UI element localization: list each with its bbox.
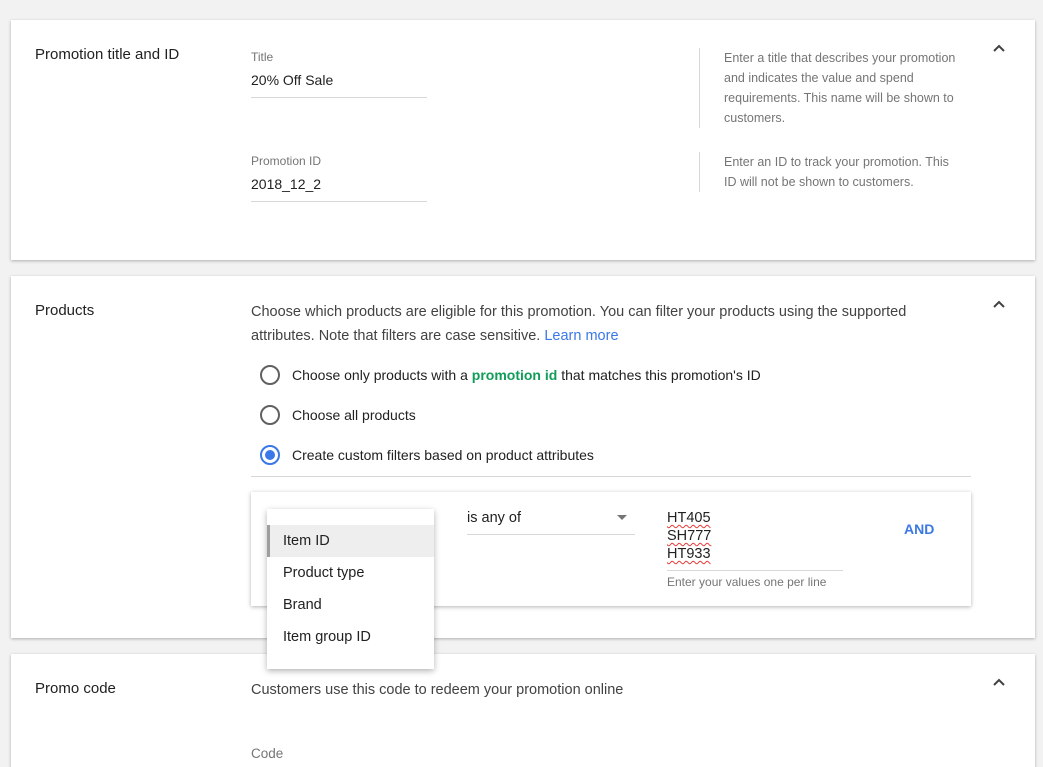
condition-select[interactable]: is any of	[467, 510, 635, 526]
radio-label: Choose only products with a promotion id…	[292, 367, 761, 383]
collapse-section-button[interactable]	[989, 38, 1009, 58]
section-title-promotion-title-id: Promotion title and ID	[35, 46, 180, 63]
radio-option-custom-filters[interactable]: Create custom filters based on product a…	[260, 443, 594, 467]
values-textarea-underline	[667, 570, 843, 571]
values-hint: Enter your values one per line	[667, 575, 827, 589]
title-field-label: Title	[251, 50, 274, 64]
value-line: SH777	[667, 528, 712, 544]
promotion-id-field-label: Promotion ID	[251, 154, 322, 168]
code-field-label: Code	[251, 746, 284, 761]
promo-code-description: Customers use this code to redeem your p…	[251, 682, 624, 698]
divider	[251, 476, 971, 477]
chevron-up-icon	[993, 678, 1005, 686]
values-textarea[interactable]: HT405 SH777 HT933	[667, 509, 843, 563]
title-input[interactable]: 20% Off Sale	[251, 72, 427, 88]
radio-label: Choose all products	[292, 407, 416, 423]
radio-option-all-products[interactable]: Choose all products	[260, 403, 416, 427]
learn-more-link[interactable]: Learn more	[544, 328, 618, 344]
divider	[699, 152, 700, 192]
menu-item-brand[interactable]: Brand	[267, 589, 434, 621]
radio-button-selected[interactable]	[260, 445, 280, 465]
products-card: Products Choose which products are eligi…	[11, 276, 1035, 638]
divider	[699, 48, 700, 128]
radio-button[interactable]	[260, 365, 280, 385]
promotion-id-input[interactable]: 2018_12_2	[251, 176, 427, 192]
title-help-text: Enter a title that describes your promot…	[724, 51, 956, 125]
promo-code-card: Promo code Customers use this code to re…	[11, 654, 1035, 767]
attribute-dropdown-menu: Item ID Product type Brand Item group ID	[267, 509, 434, 669]
chevron-up-icon	[993, 300, 1005, 308]
radio-label: Create custom filters based on product a…	[292, 447, 594, 463]
section-title-promo-code: Promo code	[35, 680, 116, 697]
menu-item-item-id[interactable]: Item ID	[267, 525, 434, 557]
title-input-underline	[251, 97, 427, 98]
promotion-id-help-text: Enter an ID to track your promotion. Thi…	[724, 155, 949, 189]
value-line: HT933	[667, 546, 711, 562]
collapse-section-button[interactable]	[989, 294, 1009, 314]
menu-item-product-type[interactable]: Product type	[267, 557, 434, 589]
radio-button[interactable]	[260, 405, 280, 425]
section-title-products: Products	[35, 302, 95, 319]
menu-item-item-group-id[interactable]: Item group ID	[267, 621, 434, 653]
promotion-title-id-card: Promotion title and ID Title 20% Off Sal…	[11, 20, 1035, 260]
products-description: Choose which products are eligible for t…	[251, 300, 971, 348]
condition-select-underline	[467, 534, 635, 535]
collapse-section-button[interactable]	[989, 672, 1009, 692]
caret-down-icon	[617, 515, 627, 520]
promotion-id-input-underline	[251, 201, 427, 202]
value-line: HT405	[667, 510, 711, 526]
radio-option-promotion-id[interactable]: Choose only products with a promotion id…	[260, 363, 761, 387]
chevron-up-icon	[993, 44, 1005, 52]
and-button[interactable]: AND	[904, 521, 934, 537]
